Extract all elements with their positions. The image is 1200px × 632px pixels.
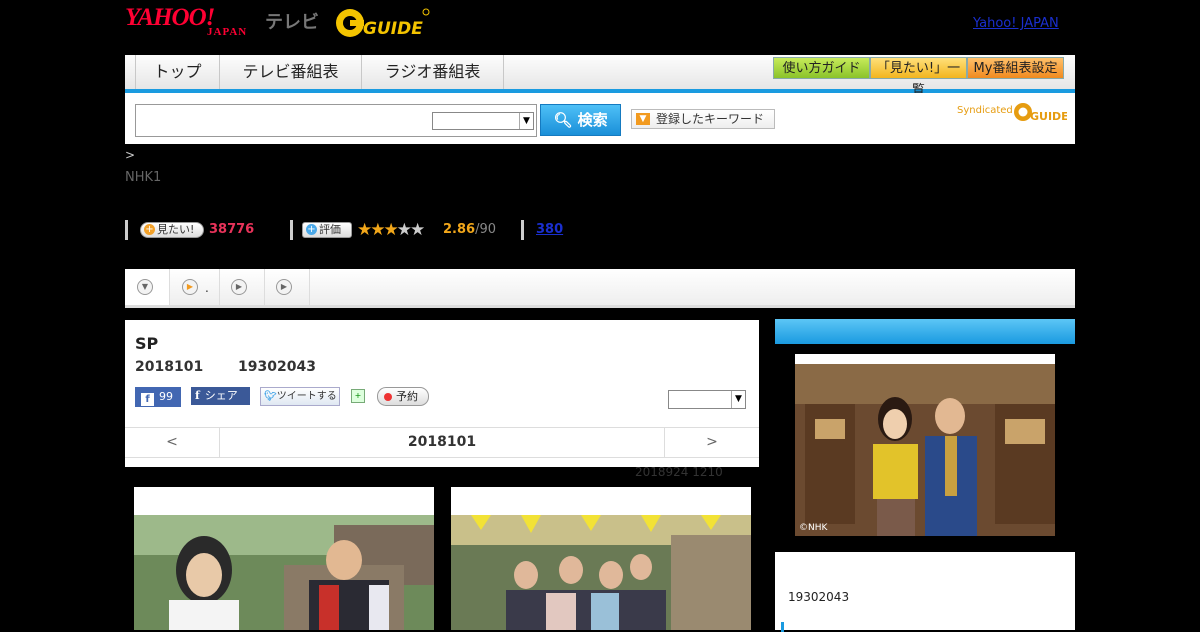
tweet-button[interactable]: 🐦︎ツイートする — [260, 387, 340, 406]
facebook-icon: f — [141, 393, 154, 406]
program-photo[interactable]: ©NHK — [795, 354, 1055, 536]
rating-number: 2.86 — [443, 222, 476, 237]
tab-second[interactable]: ▶ . — [170, 269, 220, 305]
facebook-share-label: シェア — [204, 389, 238, 402]
scene-thumbnail[interactable] — [451, 487, 751, 630]
gguide-small-logo: GUIDE — [1014, 103, 1067, 123]
play-icon: ▶ — [231, 279, 247, 295]
plus-icon: + — [144, 224, 155, 235]
rating-suffix: /90 — [475, 222, 496, 237]
play-icon: ▶ — [182, 279, 198, 295]
tab-fourth[interactable]: ▶ — [265, 269, 310, 305]
side-program-time: 19302043 — [788, 590, 850, 604]
svg-text:GUIDE: GUIDE — [363, 19, 423, 39]
rate-label: 評価 — [319, 223, 341, 236]
syndicated-label: Syndicated — [957, 105, 1013, 116]
star-icon: ★ — [370, 220, 385, 240]
star-icon: ★ — [410, 220, 425, 240]
star-icon: ★ — [396, 220, 412, 240]
tab-label: . — [205, 281, 209, 295]
program-title: SP — [135, 334, 159, 353]
nav-tab-top[interactable]: トップ — [135, 55, 220, 89]
twitter-icon: 🐦︎ — [264, 391, 277, 402]
registered-keywords-label: 登録したキーワード — [656, 112, 765, 126]
nav-tab-radio-listings[interactable]: ラジオ番組表 — [362, 55, 504, 89]
facebook-like-button[interactable]: f 99 — [135, 387, 181, 407]
my-listings-settings-button[interactable]: My番組表設定 — [967, 57, 1064, 79]
search-bar: ▼ 🔍︎ 検索 ▼ 登録したキーワード Syndicated GUIDE — [125, 93, 1075, 144]
reserve-button[interactable]: 予約 — [377, 387, 429, 406]
svg-text:GUIDE: GUIDE — [1030, 110, 1067, 123]
program-tabs: ▼ ▶ . ▶ ▶ — [125, 269, 1075, 308]
chevron-down-icon: ▼ — [731, 391, 745, 408]
yahoo-logo-japan: JAPAN — [207, 26, 248, 38]
side-panel-header — [775, 319, 1075, 344]
gguide-logo[interactable]: GUIDE — [335, 6, 431, 40]
next-date-button[interactable]: > — [664, 428, 759, 457]
tv-logo[interactable]: テレビ — [265, 8, 319, 34]
program-select[interactable]: ▼ — [668, 390, 746, 409]
reserve-label: 予約 — [396, 390, 418, 403]
site-header: YAHOO! JAPAN テレビ GUIDE Yahoo! JAPAN — [125, 0, 1075, 48]
program-date: 2018101 — [135, 359, 204, 375]
calendar-add-icon[interactable]: + — [351, 389, 365, 403]
program-time: 19302043 — [238, 359, 316, 375]
date-navigation: < 2018101 > — [125, 427, 759, 458]
registered-keywords-button[interactable]: ▼ 登録したキーワード — [631, 109, 775, 129]
divider — [125, 220, 128, 240]
tweet-label: ツイートする — [276, 391, 337, 402]
tab-overview[interactable]: ▼ — [125, 269, 170, 305]
yahoo-japan-link[interactable]: Yahoo! JAPAN — [973, 16, 1059, 31]
search-button[interactable]: 🔍︎ 検索 — [540, 104, 621, 136]
search-icon: 🔍︎ — [553, 111, 573, 129]
star-icon: ★ — [357, 220, 372, 240]
facebook-like-count: 99 — [159, 390, 173, 403]
chevron-down-icon: ▼ — [137, 279, 153, 295]
record-dot-icon — [384, 393, 392, 401]
search-category-select[interactable]: ▼ — [432, 112, 534, 130]
tab-third[interactable]: ▶ — [220, 269, 265, 305]
play-icon: ▶ — [276, 279, 292, 295]
mitai-count: 38776 — [209, 222, 255, 237]
divider — [290, 220, 293, 240]
chevron-down-icon: ▼ — [636, 113, 650, 125]
chevron-down-icon: ▼ — [519, 113, 533, 129]
star-half-icon: ★ — [383, 220, 399, 240]
divider — [521, 220, 524, 240]
search-button-label: 検索 — [577, 111, 608, 129]
yahoo-logo[interactable]: YAHOO! — [125, 5, 215, 31]
mitai-button[interactable]: + 見たい! — [140, 222, 204, 238]
review-count-link[interactable]: 380 — [536, 222, 563, 237]
breadcrumb[interactable]: > — [125, 148, 135, 162]
watchlist-button[interactable]: 「見たい!」一覧 — [870, 57, 967, 98]
mitai-label: 見たい! — [157, 223, 195, 236]
program-stats: + 見たい! 38776 + 評価 ★★★★★ 2.86/90 380 — [125, 220, 1075, 242]
main-nav: トップ テレビ番組表 ラジオ番組表 使い方ガイド 「見たい!」一覧 My番組表設… — [125, 55, 1075, 98]
usage-guide-button[interactable]: 使い方ガイド — [773, 57, 870, 79]
rating-value: 2.86/90 — [443, 222, 496, 237]
facebook-share-button[interactable]: f シェア — [191, 387, 250, 405]
updated-timestamp: 2018924 1210 — [635, 465, 723, 479]
current-date: 2018101 — [407, 434, 477, 450]
facebook-icon: f — [195, 389, 200, 402]
scene-image — [451, 515, 751, 630]
program-panel: SP 2018101 19302043 f 99 f シェア 🐦︎ツイートする + … — [125, 320, 759, 467]
section-marker — [781, 622, 784, 632]
star-rating: ★★★★★ — [357, 220, 425, 240]
side-panel: ©NHK 19302043 — [775, 319, 1075, 632]
nav-tab-tv-listings[interactable]: テレビ番組表 — [220, 55, 362, 89]
prev-date-button[interactable]: < — [125, 428, 220, 457]
program-photo-image: ©NHK — [795, 364, 1055, 536]
channel-name: NHK1 — [125, 170, 162, 185]
plus-icon: + — [306, 224, 317, 235]
scene-image — [134, 515, 434, 630]
photo-credit: ©NHK — [799, 523, 829, 533]
rate-button[interactable]: + 評価 — [302, 222, 352, 238]
scene-thumbnail[interactable] — [134, 487, 434, 630]
